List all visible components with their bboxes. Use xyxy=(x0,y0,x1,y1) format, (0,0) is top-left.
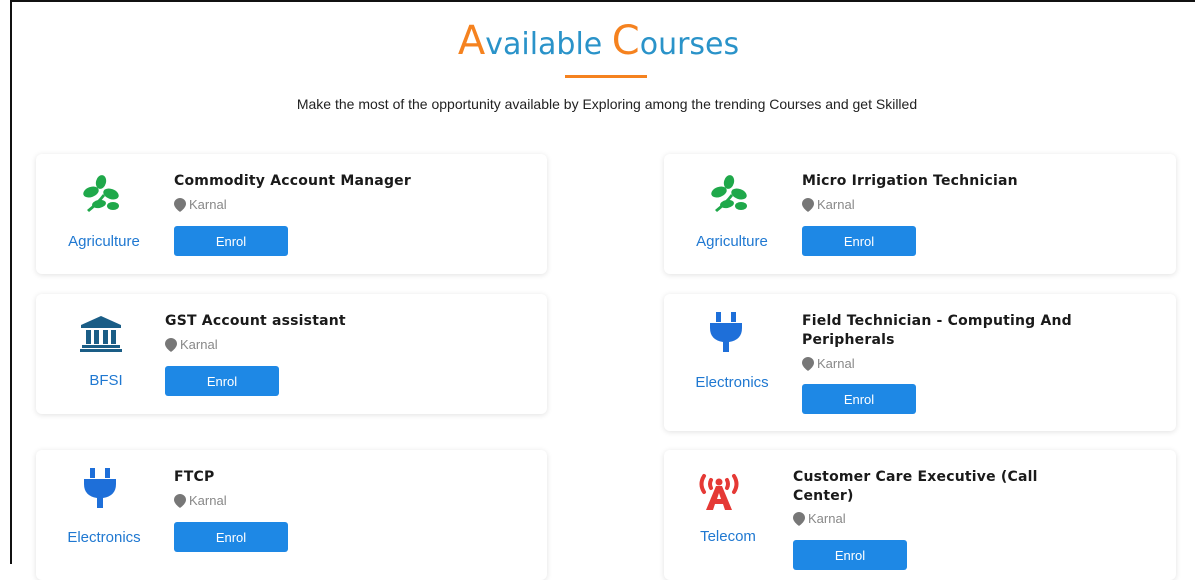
course-card: Electronics Field Technician - Computing… xyxy=(664,294,1176,431)
course-title: GST Account assistant xyxy=(165,313,346,329)
course-card: Telecom Customer Care Executive (Call Ce… xyxy=(664,450,1176,580)
course-category: Electronics xyxy=(67,529,141,546)
title-word-2: ourses xyxy=(639,27,740,62)
plug-icon xyxy=(80,468,120,508)
location-pin-icon xyxy=(793,511,805,526)
course-location-text: Karnal xyxy=(189,493,227,508)
location-pin-icon xyxy=(802,197,814,212)
title-letter-a: A xyxy=(457,18,486,64)
enrol-button[interactable]: Enrol xyxy=(165,366,279,396)
title-word-1: vailable xyxy=(485,27,612,62)
course-location-text: Karnal xyxy=(817,197,855,212)
course-title: Commodity Account Manager xyxy=(174,173,411,189)
course-title: FTCP xyxy=(174,469,215,485)
course-location: Karnal xyxy=(174,197,227,212)
course-location-text: Karnal xyxy=(808,511,846,526)
title-letter-c: C xyxy=(611,18,640,64)
course-location-text: Karnal xyxy=(180,337,218,352)
course-card: Agriculture Micro Irrigation Technician … xyxy=(664,154,1176,274)
bank-icon xyxy=(80,316,122,352)
antenna-icon xyxy=(694,470,744,510)
enrol-button[interactable]: Enrol xyxy=(793,540,907,570)
location-pin-icon xyxy=(165,337,177,352)
course-location: Karnal xyxy=(802,356,855,371)
course-card: Agriculture Commodity Account Manager Ka… xyxy=(36,154,547,274)
page-title: Available Courses xyxy=(0,18,1197,64)
course-title: Micro Irrigation Technician xyxy=(802,173,1018,189)
course-location: Karnal xyxy=(165,337,218,352)
enrol-button[interactable]: Enrol xyxy=(174,522,288,552)
course-category: Agriculture xyxy=(696,233,768,250)
page-subtitle: Make the most of the opportunity availab… xyxy=(296,96,918,112)
course-category: Agriculture xyxy=(68,233,140,250)
course-title: Customer Care Executive (Call Center) xyxy=(793,469,1038,504)
course-category: BFSI xyxy=(89,372,123,389)
course-location-text: Karnal xyxy=(189,197,227,212)
course-title: Field Technician - Computing And Periphe… xyxy=(802,313,1072,348)
plant-icon xyxy=(708,174,750,214)
plug-icon xyxy=(706,312,746,352)
location-pin-icon xyxy=(174,197,186,212)
plant-icon xyxy=(80,174,122,214)
course-card: BFSI GST Account assistant Karnal Enrol xyxy=(36,294,547,414)
course-card: Electronics FTCP Karnal Enrol xyxy=(36,450,547,580)
enrol-button[interactable]: Enrol xyxy=(174,226,288,256)
course-location-text: Karnal xyxy=(817,356,855,371)
location-pin-icon xyxy=(174,493,186,508)
course-location: Karnal xyxy=(793,511,846,526)
title-underline xyxy=(565,75,647,78)
location-pin-icon xyxy=(802,356,814,371)
course-category: Telecom xyxy=(700,528,756,545)
enrol-button[interactable]: Enrol xyxy=(802,384,916,414)
course-category: Electronics xyxy=(695,374,769,391)
course-location: Karnal xyxy=(802,197,855,212)
enrol-button[interactable]: Enrol xyxy=(802,226,916,256)
course-location: Karnal xyxy=(174,493,227,508)
